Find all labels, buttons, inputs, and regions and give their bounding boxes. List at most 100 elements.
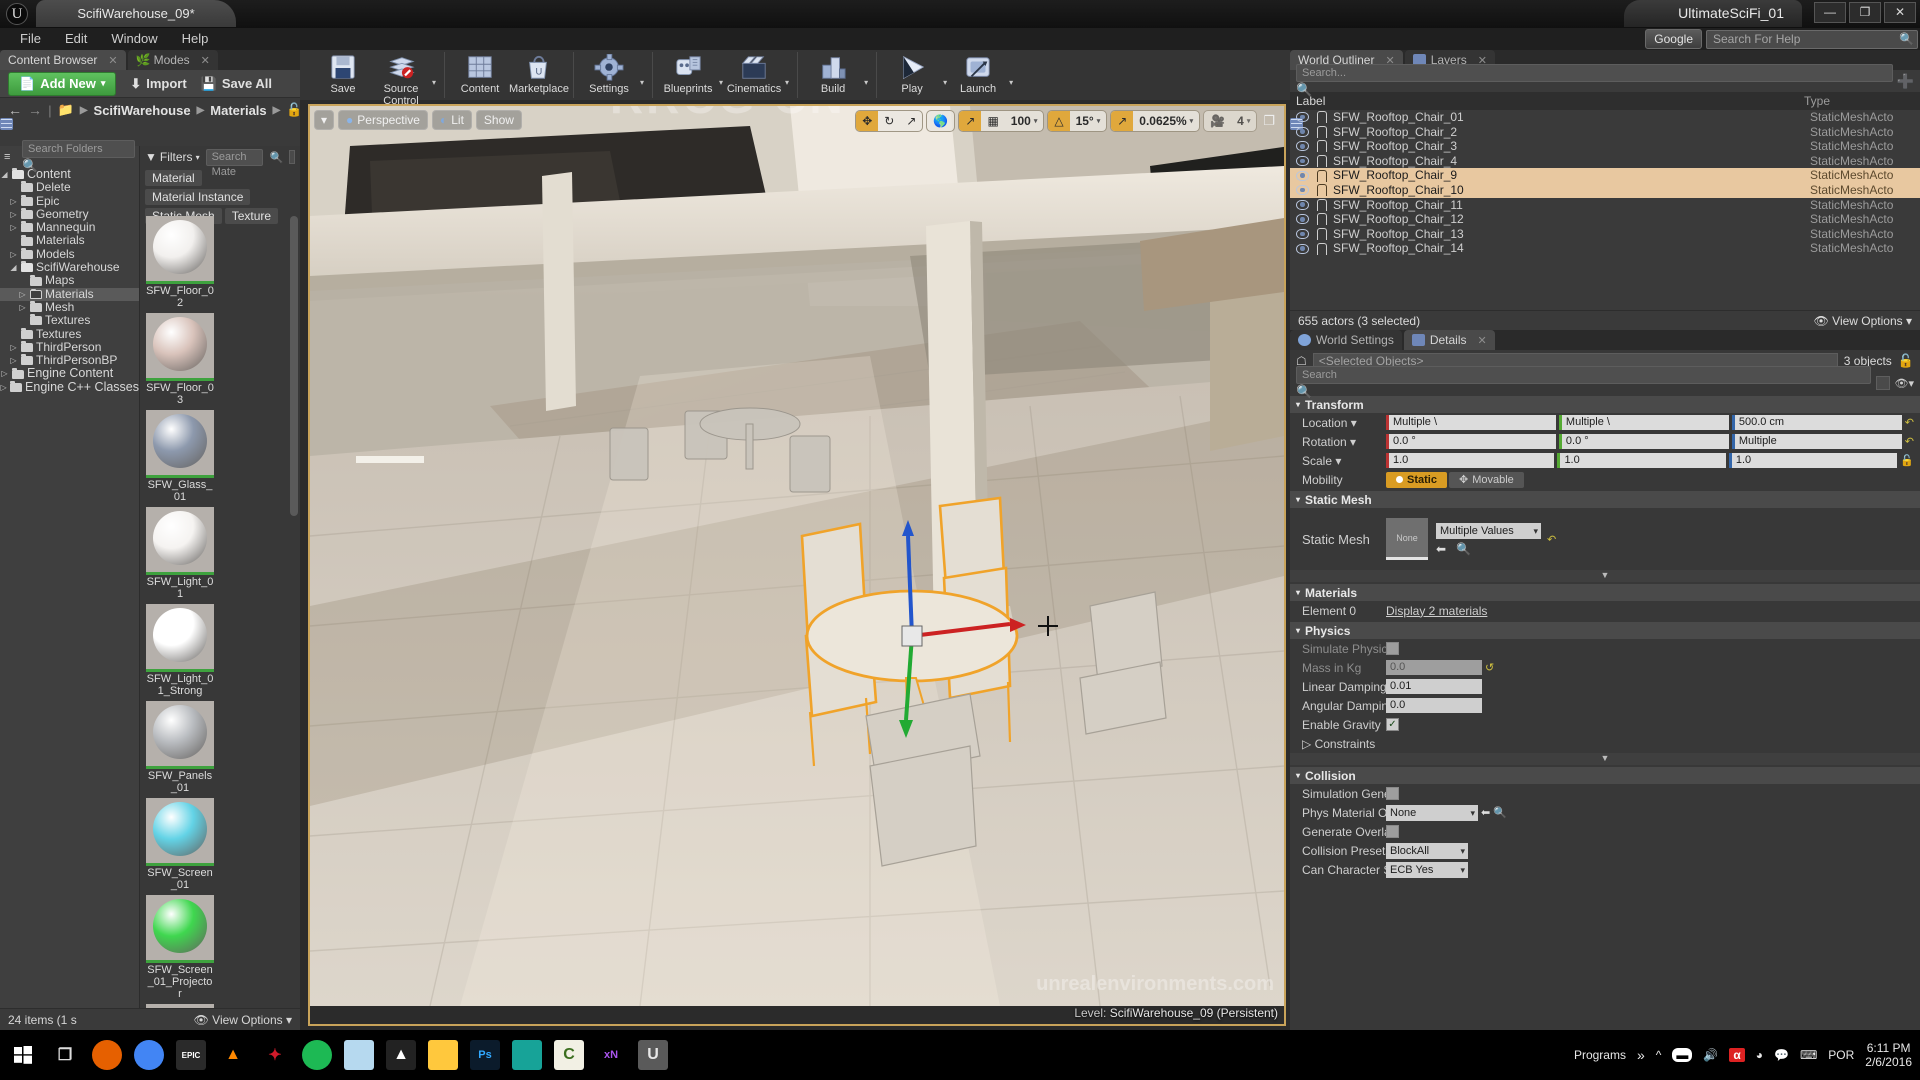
angle-snap-toggle[interactable]: △ xyxy=(1048,111,1070,131)
photoshop-icon[interactable]: Ps xyxy=(470,1040,500,1070)
expand-closed-icon[interactable]: ▷ xyxy=(9,341,18,354)
reset-location-icon[interactable]: ↶ xyxy=(1905,416,1914,429)
asset-tile[interactable]: SFW_Screen_01 xyxy=(146,798,214,891)
asset-tile[interactable]: SFW_Glass_01 xyxy=(146,410,214,503)
grid-snap-toggle[interactable]: ▦ xyxy=(981,111,1004,131)
language-indicator[interactable]: POR xyxy=(1828,1048,1854,1062)
numeric-field[interactable]: 0.0 xyxy=(1386,660,1482,675)
viewport-show-button[interactable]: Show xyxy=(475,110,522,130)
browse-to-asset-icon[interactable]: 🔍 xyxy=(1456,542,1471,556)
world-space-button[interactable]: 🌎 xyxy=(927,111,954,131)
scale-y[interactable]: 1.0 xyxy=(1557,453,1726,468)
windows-start-icon[interactable] xyxy=(8,1040,38,1070)
menu-item-edit[interactable]: Edit xyxy=(53,28,99,50)
programs-label[interactable]: Programs xyxy=(1574,1048,1626,1062)
expand-closed-icon[interactable]: ▷ xyxy=(9,221,18,234)
static-mesh-expander[interactable]: ▼ xyxy=(1290,570,1920,582)
expand-open-icon[interactable]: ◢ xyxy=(0,168,9,181)
add-filter-icon[interactable]: ➕ xyxy=(1897,73,1914,90)
folder-icon[interactable]: 📁 xyxy=(58,102,74,118)
close-button[interactable]: ✕ xyxy=(1884,2,1916,23)
breadcrumb-scifiwarehouse[interactable]: ScifiWarehouse xyxy=(94,103,191,118)
physics-expander[interactable]: ▼ xyxy=(1290,753,1920,765)
toolbar-marketplace-button[interactable]: U Marketplace xyxy=(509,52,569,95)
toolbar-play-button[interactable]: Play xyxy=(883,52,941,95)
outliner-search-input[interactable]: Search... xyxy=(1296,64,1893,82)
toolbar-settings-button[interactable]: Settings xyxy=(580,52,638,95)
avira-icon[interactable]: α xyxy=(1729,1048,1745,1062)
visibility-eye-icon[interactable] xyxy=(1296,126,1309,137)
static-mesh-combo[interactable]: Multiple Values xyxy=(1436,522,1541,539)
xnormal-icon[interactable]: xN xyxy=(596,1040,626,1070)
keyboard-icon[interactable]: ⌨ xyxy=(1800,1048,1817,1062)
close-icon[interactable]: ✕ xyxy=(201,54,210,67)
wifi-icon[interactable]: ◕ xyxy=(1756,1048,1763,1062)
surface-snap-button[interactable]: ↗ xyxy=(959,111,982,131)
viewport-3d-scene[interactable] xyxy=(310,106,1284,1006)
expand-closed-icon[interactable]: ▷ xyxy=(9,248,18,261)
firefox-icon[interactable] xyxy=(92,1040,122,1070)
filter-chip[interactable]: Material xyxy=(145,170,202,186)
translate-mode-button[interactable]: ✥ xyxy=(856,111,879,131)
browse-icon[interactable]: 🔍 xyxy=(1493,806,1507,819)
folder-tree-item[interactable]: Materials xyxy=(0,234,139,247)
photos-icon[interactable]: ▲ xyxy=(386,1040,416,1070)
outliner-row[interactable]: SFW_Rooftop_Chair_14 StaticMeshActo xyxy=(1290,241,1920,256)
toolbar-launch-button[interactable]: Launch xyxy=(949,52,1007,95)
toolbar-blueprints-button[interactable]: Blueprints xyxy=(659,52,717,95)
visibility-eye-icon[interactable] xyxy=(1296,156,1309,167)
close-icon[interactable]: ✕ xyxy=(108,54,117,67)
mobility-movable-button[interactable]: ✥ Movable xyxy=(1448,471,1524,488)
location-x[interactable]: Multiple \ xyxy=(1386,415,1556,430)
static-mesh-thumbnail[interactable]: None xyxy=(1386,518,1428,560)
folder-tree-item[interactable]: ▷ Mannequin xyxy=(0,220,139,234)
chevron-down-icon[interactable]: ▾ xyxy=(941,78,949,87)
add-new-button[interactable]: 📄 Add New ▾ xyxy=(8,71,117,96)
viewport-lit-button[interactable]: ◐ Lit xyxy=(431,110,472,130)
chevron-down-icon[interactable]: ▾ xyxy=(430,78,438,87)
lock-icon[interactable]: 🔓 xyxy=(1898,353,1914,369)
expand-closed-icon[interactable]: ▷ xyxy=(9,195,18,208)
visibility-eye-icon[interactable] xyxy=(1296,214,1309,225)
dropdown[interactable]: None xyxy=(1386,804,1478,821)
toolbar-save-button[interactable]: Save xyxy=(314,52,372,95)
toolbar-source-control-button[interactable]: Source Control xyxy=(372,52,430,107)
toolbar-content-button[interactable]: Content xyxy=(451,52,509,95)
maximize-button[interactable]: ❐ xyxy=(1849,2,1881,23)
visibility-eye-icon[interactable] xyxy=(1296,229,1309,240)
spotify-icon[interactable] xyxy=(302,1040,332,1070)
folder-tree-item[interactable]: ▷ ThirdPerson xyxy=(0,340,139,354)
asset-search-input[interactable]: Search Mate xyxy=(205,148,264,178)
reset-icon[interactable]: ↺ xyxy=(1485,661,1494,674)
folder-tree-item[interactable]: Textures xyxy=(0,313,139,327)
outliner-row[interactable]: SFW_Rooftop_Chair_2 StaticMeshActo xyxy=(1290,125,1920,140)
expand-closed-icon[interactable]: ▷ xyxy=(9,354,18,367)
asset-tile[interactable]: SFW_Panels_01 xyxy=(146,701,214,794)
expand-closed-icon[interactable]: ▷ xyxy=(0,381,7,394)
visibility-eye-icon[interactable] xyxy=(1296,170,1309,181)
asset-scrollbar[interactable] xyxy=(290,216,298,516)
rotation-z[interactable]: Multiple xyxy=(1731,434,1902,449)
onenote-icon[interactable] xyxy=(344,1040,374,1070)
file-explorer-icon[interactable] xyxy=(428,1040,458,1070)
search-engine-dropdown[interactable]: Google xyxy=(1645,29,1702,49)
viewport-menu-button[interactable]: ▾ xyxy=(314,110,335,130)
view-toggle-icon[interactable] xyxy=(289,150,295,164)
expand-closed-icon[interactable]: ▷ xyxy=(18,301,27,314)
close-icon[interactable]: ✕ xyxy=(1478,334,1487,347)
unreal-engine-icon[interactable]: U xyxy=(638,1040,668,1070)
breadcrumb-materials[interactable]: Materials xyxy=(210,103,266,118)
outliner-row[interactable]: SFW_Rooftop_Chair_11 StaticMeshActo xyxy=(1290,198,1920,213)
toolbar-cinematics-button[interactable]: Cinematics xyxy=(725,52,783,95)
volume-icon[interactable]: 🔊 xyxy=(1703,1048,1718,1062)
outliner-view-options-button[interactable]: 👁 View Options ▾ xyxy=(1814,314,1912,328)
quixel-icon[interactable] xyxy=(512,1040,542,1070)
checkbox[interactable]: ✓ xyxy=(1386,718,1399,731)
checkbox[interactable] xyxy=(1386,825,1399,838)
overflow-icon[interactable]: » xyxy=(1637,1047,1645,1063)
save-all-button[interactable]: 💾 Save All xyxy=(201,76,272,92)
camtasia-icon[interactable]: C xyxy=(554,1040,584,1070)
tab-world-settings[interactable]: World Settings xyxy=(1290,330,1402,350)
rotation-y[interactable]: 0.0 ° xyxy=(1558,434,1729,449)
tab-content-browser[interactable]: Content Browser ✕ xyxy=(0,50,126,130)
